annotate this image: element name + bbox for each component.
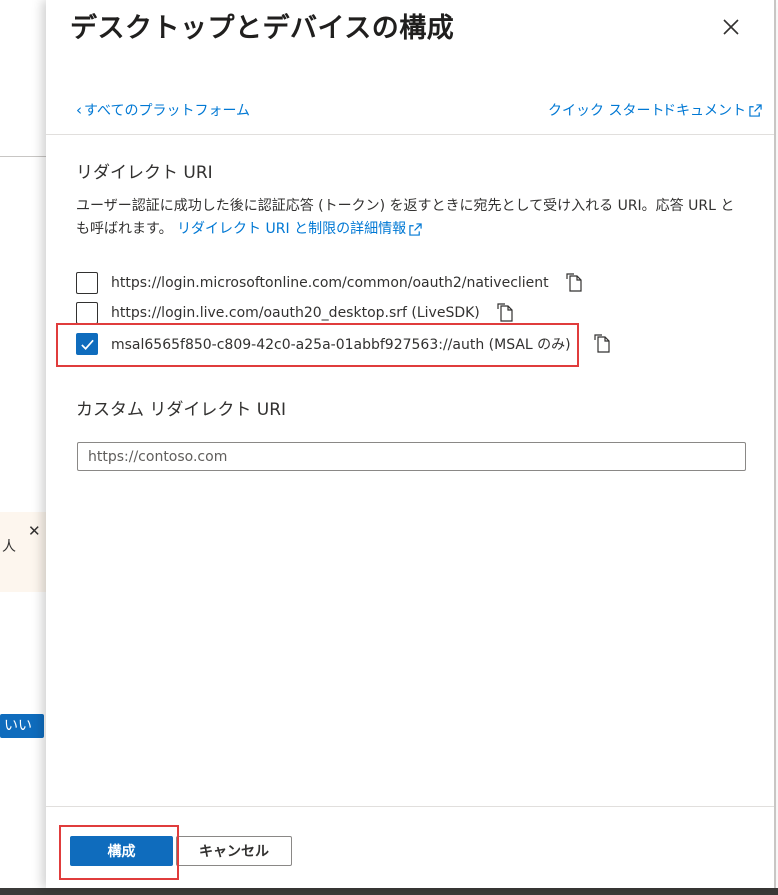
panel-title: デスクトップとデバイスの構成 [70, 13, 455, 44]
close-icon[interactable] [718, 14, 744, 40]
configure-button-highlight-box [59, 825, 179, 880]
back-to-platforms-link[interactable]: ‹ すべてのプラットフォーム [76, 100, 250, 120]
background-divider [0, 156, 46, 157]
redirect-uri-description: ユーザー認証に成功した後に認証応答 (トークン) を返すときに宛先として受け入れ… [76, 195, 746, 241]
msal-uri-highlight-box [56, 323, 579, 367]
custom-redirect-uri-heading: カスタム リダイレクト URI [76, 400, 287, 420]
footer-divider [46, 806, 774, 807]
taskbar-strip [0, 888, 778, 895]
learn-more-label: リダイレクト URI と制限の詳細情報 [177, 221, 407, 237]
background-banner-text: 人 [2, 539, 16, 555]
cancel-button[interactable]: キャンセル [176, 836, 292, 866]
external-link-icon [749, 103, 762, 117]
redirect-uri-learn-more-link[interactable]: リダイレクト URI と制限の詳細情報 [177, 218, 422, 241]
configure-desktop-panel: デスクトップとデバイスの構成 ‹ すべてのプラットフォーム クイック スタート … [46, 0, 776, 888]
copy-icon[interactable] [591, 333, 613, 355]
docs-link[interactable]: ドキュメント [662, 100, 762, 120]
uri-value: https://login.live.com/oauth20_desktop.s… [111, 305, 480, 321]
external-link-icon [409, 223, 422, 236]
back-link-label: すべてのプラットフォーム [84, 103, 251, 119]
uri-checkbox-livesdk[interactable] [76, 302, 98, 324]
uri-value: https://login.microsoftonline.com/common… [111, 275, 549, 291]
copy-icon[interactable] [563, 272, 585, 294]
copy-icon[interactable] [494, 302, 516, 324]
docs-link-label: ドキュメント [662, 103, 746, 119]
custom-redirect-uri-input[interactable] [77, 442, 746, 471]
background-banner-close-icon[interactable]: ✕ [28, 524, 41, 539]
redirect-uri-heading: リダイレクト URI [76, 163, 213, 183]
background-no-button[interactable]: いいえ [0, 714, 44, 758]
quickstart-link[interactable]: クイック スタート [548, 100, 664, 120]
uri-checkbox-nativeclient[interactable] [76, 272, 98, 294]
nav-divider [46, 134, 774, 135]
chevron-left-icon: ‹ [76, 101, 82, 119]
uri-option-nativeclient: https://login.microsoftonline.com/common… [76, 270, 585, 296]
